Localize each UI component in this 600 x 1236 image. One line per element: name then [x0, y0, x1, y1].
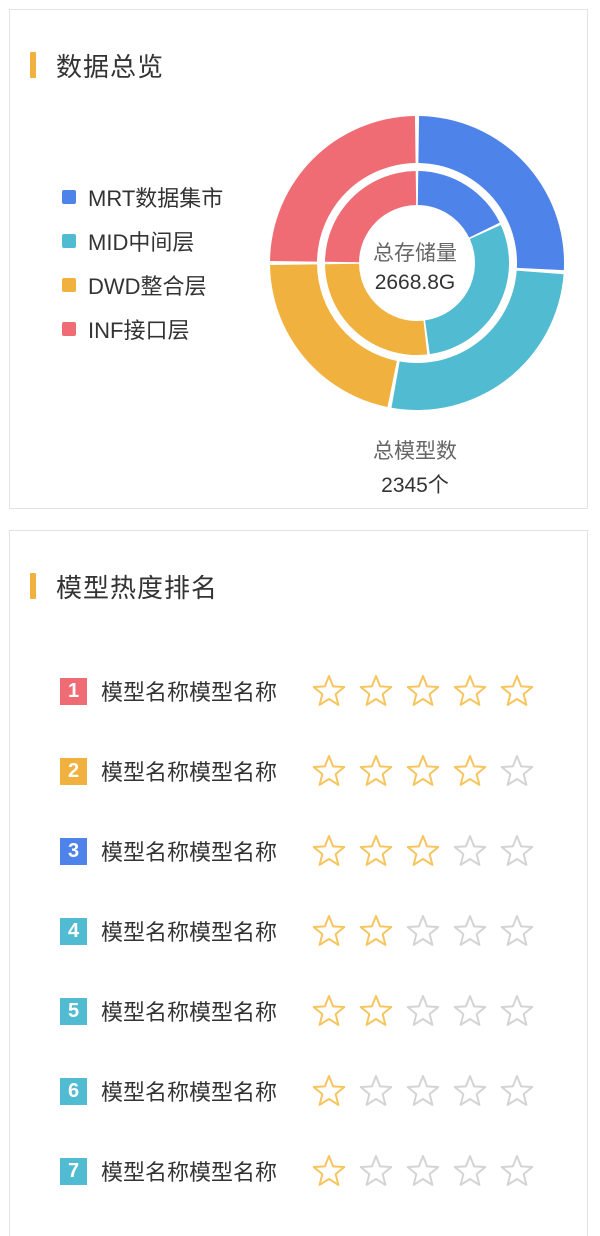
rank-row[interactable]: 4 模型名称模型名称 [60, 891, 546, 971]
donut-bottom-label: 总模型数 2345个 [350, 435, 480, 499]
overview-header: 数据总览 [30, 50, 164, 82]
rank-number-badge: 3 [60, 837, 87, 865]
rank-number-badge: 4 [60, 917, 87, 945]
star-filled-icon [359, 755, 393, 786]
star-rating [311, 1073, 546, 1109]
rank-number-badge: 6 [60, 1077, 87, 1105]
star-empty-icon [500, 755, 534, 786]
model-name: 模型名称模型名称 [101, 840, 278, 865]
rank-row[interactable]: 7 模型名称模型名称 [60, 1131, 546, 1211]
ranking-header: 模型热度排名 [30, 571, 218, 603]
star-rating [311, 753, 546, 789]
total-models-label: 总模型数 [373, 440, 457, 463]
star-filled-icon [359, 675, 393, 706]
star-filled-icon [453, 675, 487, 706]
star-rating [311, 993, 546, 1029]
model-name: 模型名称模型名称 [101, 1080, 278, 1105]
total-storage-value: 2668.8G [374, 271, 456, 294]
star-rating [311, 1153, 546, 1189]
model-name: 模型名称模型名称 [101, 1000, 278, 1025]
star-filled-icon [312, 675, 346, 706]
rank-row[interactable]: 5 模型名称模型名称 [60, 971, 546, 1051]
star-empty-icon [406, 995, 440, 1026]
star-filled-icon [359, 835, 393, 866]
star-empty-icon [500, 1155, 534, 1186]
rank-row[interactable]: 3 模型名称模型名称 [60, 811, 546, 891]
star-rating [311, 833, 546, 869]
model-name: 模型名称模型名称 [101, 920, 278, 945]
overview-title: 数据总览 [56, 51, 165, 82]
star-empty-icon [453, 1075, 487, 1106]
star-empty-icon [500, 1075, 534, 1106]
star-filled-icon [312, 915, 346, 946]
title-accent-bar [30, 52, 36, 78]
star-filled-icon [312, 755, 346, 786]
star-filled-icon [406, 675, 440, 706]
star-empty-icon [500, 995, 534, 1026]
star-empty-icon [453, 835, 487, 866]
star-filled-icon [312, 1075, 346, 1106]
legend-swatch [62, 190, 76, 204]
chart-legend: MRT数据集市 MID中间层 DWD整合层 INF接口层 [62, 175, 223, 351]
total-models-value: 2345个 [381, 474, 449, 497]
legend-item-mid[interactable]: MID中间层 [62, 219, 223, 263]
ranking-card: 模型热度排名 1 模型名称模型名称 2 模型名称模型名称 3 模型名称模型名称 4 模型名称模… [9, 530, 588, 1236]
model-name: 模型名称模型名称 [101, 1160, 278, 1185]
star-empty-icon [500, 915, 534, 946]
star-filled-icon [406, 835, 440, 866]
title-accent-bar [30, 573, 36, 599]
star-filled-icon [312, 1155, 346, 1186]
star-filled-icon [500, 675, 534, 706]
rank-row[interactable]: 6 模型名称模型名称 [60, 1051, 546, 1131]
model-name: 模型名称模型名称 [101, 680, 278, 705]
total-storage-label: 总存储量 [373, 242, 457, 265]
legend-item-dwd[interactable]: DWD整合层 [62, 263, 223, 307]
ranking-title: 模型热度排名 [56, 572, 219, 603]
star-empty-icon [406, 1155, 440, 1186]
star-filled-icon [312, 835, 346, 866]
donut-center-label: 总存储量 2668.8G [350, 237, 480, 295]
rank-row[interactable]: 2 模型名称模型名称 [60, 731, 546, 811]
star-filled-icon [312, 995, 346, 1026]
legend-label: DWD整合层 [88, 274, 207, 299]
star-empty-icon [453, 995, 487, 1026]
star-empty-icon [359, 1155, 393, 1186]
overview-card: 数据总览 MRT数据集市 MID中间层 DWD整合层 INF接口层 总存储量 2… [9, 9, 588, 509]
rank-number-badge: 2 [60, 757, 87, 785]
star-empty-icon [453, 915, 487, 946]
rank-number-badge: 1 [60, 677, 87, 705]
ranking-list: 1 模型名称模型名称 2 模型名称模型名称 3 模型名称模型名称 4 模型名称模型名称 5 模型名… [60, 651, 546, 1211]
star-filled-icon [453, 755, 487, 786]
legend-swatch [62, 234, 76, 248]
star-empty-icon [359, 1075, 393, 1106]
rank-row[interactable]: 1 模型名称模型名称 [60, 651, 546, 731]
model-name: 模型名称模型名称 [101, 760, 278, 785]
star-filled-icon [359, 995, 393, 1026]
legend-label: MID中间层 [88, 230, 195, 255]
star-filled-icon [406, 755, 440, 786]
rank-number-badge: 5 [60, 997, 87, 1025]
legend-item-inf[interactable]: INF接口层 [62, 307, 223, 351]
legend-label: MRT数据集市 [88, 186, 224, 211]
legend-swatch [62, 278, 76, 292]
star-rating [311, 913, 546, 949]
legend-swatch [62, 322, 76, 336]
star-empty-icon [500, 835, 534, 866]
legend-item-mrt[interactable]: MRT数据集市 [62, 175, 223, 219]
star-empty-icon [406, 915, 440, 946]
rank-number-badge: 7 [60, 1157, 87, 1185]
star-rating [311, 673, 546, 709]
star-empty-icon [453, 1155, 487, 1186]
star-filled-icon [359, 915, 393, 946]
star-empty-icon [406, 1075, 440, 1106]
legend-label: INF接口层 [88, 318, 190, 343]
